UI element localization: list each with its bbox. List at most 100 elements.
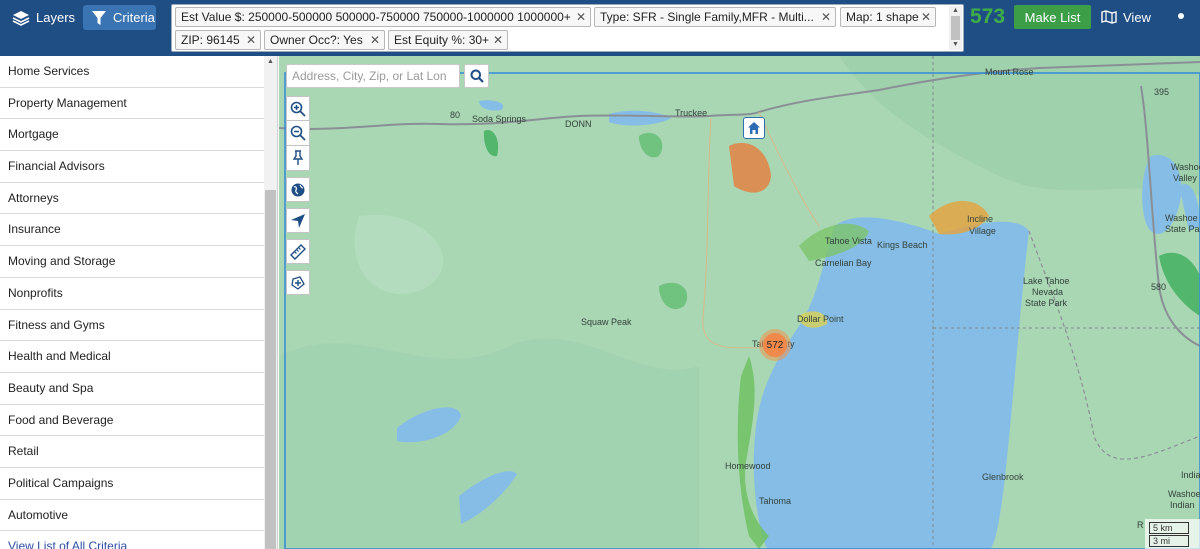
chip-box-scroll-thumb[interactable]: [951, 16, 960, 40]
map-label-washoe: Washoe: [1171, 162, 1200, 172]
home-marker[interactable]: [743, 117, 765, 139]
sidebar-item[interactable]: Health and Medical: [0, 341, 264, 373]
sidebar-item[interactable]: Attorneys: [0, 183, 264, 215]
map-label-tahoe-vista: Tahoe Vista: [825, 236, 872, 246]
scroll-up-arrow-icon[interactable]: ▲: [267, 58, 274, 65]
globe-button[interactable]: [286, 177, 310, 202]
make-list-button[interactable]: Make List: [1014, 5, 1091, 29]
sidebar-item[interactable]: Moving and Storage: [0, 246, 264, 278]
criteria-chip-label: Est Value $: 250000-500000 500000-750000…: [181, 10, 571, 24]
pushpin-icon: [292, 150, 304, 165]
map-search-input[interactable]: Address, City, Zip, or Lat Lon: [286, 64, 460, 88]
zoom-out-icon: [290, 125, 306, 141]
zoom-in-icon: [290, 101, 306, 117]
highway-80-label: 80: [450, 110, 461, 120]
measure-button[interactable]: [286, 239, 310, 264]
cluster-count: 572: [763, 333, 787, 357]
criteria-category-list: Home Services Property Management Mortgage…: [0, 56, 264, 549]
map-icon: [1101, 10, 1117, 24]
chip-box-scrollbar[interactable]: ▲ ▼: [949, 6, 962, 50]
map-search-button[interactable]: [464, 64, 489, 88]
draw-shape-button[interactable]: [286, 270, 310, 295]
remove-chip-icon[interactable]: ✕: [921, 8, 931, 26]
sidebar-item[interactable]: Home Services: [0, 56, 264, 88]
map-label-india: India: [1181, 470, 1200, 480]
map-scale-bar: 5 km 3 mi: [1145, 519, 1200, 549]
criteria-chip-label: Map: 1 shape: [846, 10, 919, 24]
criteria-chip-label: Est Equity %: 30+: [394, 33, 490, 47]
filter-icon: [91, 10, 107, 26]
sidebar-item[interactable]: Insurance: [0, 214, 264, 247]
result-cluster-marker[interactable]: 572: [759, 329, 791, 361]
top-toolbar: Layers Criteria Est Value $: 250000-5000…: [0, 0, 1200, 56]
map-view[interactable]: Soda Springs DONN Truckee Mount Rose Tah…: [279, 56, 1200, 549]
zoom-in-button[interactable]: [286, 96, 310, 121]
sidebar-item[interactable]: Financial Advisors: [0, 151, 264, 183]
sidebar-item[interactable]: Retail: [0, 436, 264, 468]
criteria-chip-label: Owner Occ?: Yes: [270, 33, 363, 47]
criteria-button[interactable]: Criteria: [83, 5, 156, 30]
sidebar-item[interactable]: Beauty and Spa: [0, 373, 264, 405]
sidebar-item[interactable]: Fitness and Gyms: [0, 310, 264, 342]
locate-tool-group: [286, 208, 310, 233]
map-label-washoe-lake-park: State Park: [1165, 224, 1200, 234]
map-label-washoe-2: Washoe: [1168, 489, 1200, 499]
criteria-chip[interactable]: Owner Occ?: Yes ✕: [264, 30, 385, 50]
sidebar-item[interactable]: Political Campaigns: [0, 468, 264, 500]
criteria-chip[interactable]: Type: SFR - Single Family,MFR - Multi...…: [594, 7, 836, 27]
map-label-indian: Indian: [1170, 500, 1195, 510]
criteria-sidebar: Home Services Property Management Mortgage…: [0, 56, 278, 549]
search-icon: [470, 69, 484, 83]
map-label-glenbrook: Glenbrook: [982, 472, 1024, 482]
map-label-village: Village: [969, 226, 996, 236]
map-label-tahoma: Tahoma: [759, 496, 792, 506]
layers-label: Layers: [36, 10, 76, 25]
lake-tahoe-water: [753, 217, 1029, 549]
globe-icon: [291, 183, 305, 196]
remove-chip-icon[interactable]: ✕: [576, 8, 586, 26]
map-label-carnelian-bay: Carnelian Bay: [815, 258, 872, 268]
sidebar-scrollbar[interactable]: ▲: [264, 56, 277, 549]
locate-button[interactable]: [286, 208, 310, 233]
map-tools: [286, 96, 310, 301]
remove-chip-icon[interactable]: ✕: [493, 31, 503, 49]
criteria-chip[interactable]: Map: 1 shape ✕: [840, 7, 936, 27]
sidebar-item[interactable]: Automotive: [0, 500, 264, 532]
sidebar-item[interactable]: Mortgage: [0, 119, 264, 152]
scroll-up-arrow-icon[interactable]: ▲: [952, 7, 959, 14]
sidebar-scroll-thumb[interactable]: [265, 190, 276, 549]
sidebar-item[interactable]: Nonprofits: [0, 278, 264, 310]
criteria-chip-box[interactable]: Est Value $: 250000-500000 500000-750000…: [171, 4, 964, 52]
remove-chip-icon[interactable]: ✕: [821, 8, 831, 26]
criteria-label: Criteria: [113, 10, 155, 25]
pin-button[interactable]: [286, 146, 310, 171]
remove-chip-icon[interactable]: ✕: [246, 31, 256, 49]
view-all-criteria-link[interactable]: View List of All Criteria: [0, 531, 264, 549]
layers-button[interactable]: Layers: [4, 5, 78, 30]
more-menu-icon[interactable]: [1178, 13, 1184, 19]
zoom-tools: [286, 96, 310, 171]
result-count: 573: [970, 5, 1006, 28]
map-label-valley: Valley: [1173, 173, 1197, 183]
highway-395-label: 395: [1154, 87, 1170, 97]
view-label: View: [1123, 9, 1151, 25]
criteria-chip[interactable]: Est Equity %: 30+ ✕: [388, 30, 508, 50]
map-label-dollar-point: Dollar Point: [797, 314, 844, 324]
zoom-out-button[interactable]: [286, 121, 310, 146]
map-label-kings-beach: Kings Beach: [877, 240, 928, 250]
map-label-nevada: Nevada: [1032, 287, 1064, 297]
view-button[interactable]: View: [1101, 5, 1151, 29]
scale-mi: 3 mi: [1149, 535, 1189, 547]
criteria-chip[interactable]: Est Value $: 250000-500000 500000-750000…: [175, 7, 591, 27]
criteria-chip[interactable]: ZIP: 96145 ✕: [175, 30, 261, 50]
sidebar-item[interactable]: Food and Beverage: [0, 405, 264, 437]
sidebar-item[interactable]: Property Management: [0, 88, 264, 120]
map-label-mount-rose: Mount Rose: [985, 67, 1034, 77]
app-root: Layers Criteria Est Value $: 250000-5000…: [0, 0, 1200, 549]
scroll-down-arrow-icon[interactable]: ▼: [952, 41, 959, 48]
map-label-edge: R: [1137, 520, 1144, 530]
remove-chip-icon[interactable]: ✕: [370, 31, 380, 49]
criteria-chip-label: Type: SFR - Single Family,MFR - Multi...: [600, 10, 814, 24]
map-label-state-park: State Park: [1025, 298, 1068, 308]
draw-polygon-icon: [291, 275, 305, 290]
